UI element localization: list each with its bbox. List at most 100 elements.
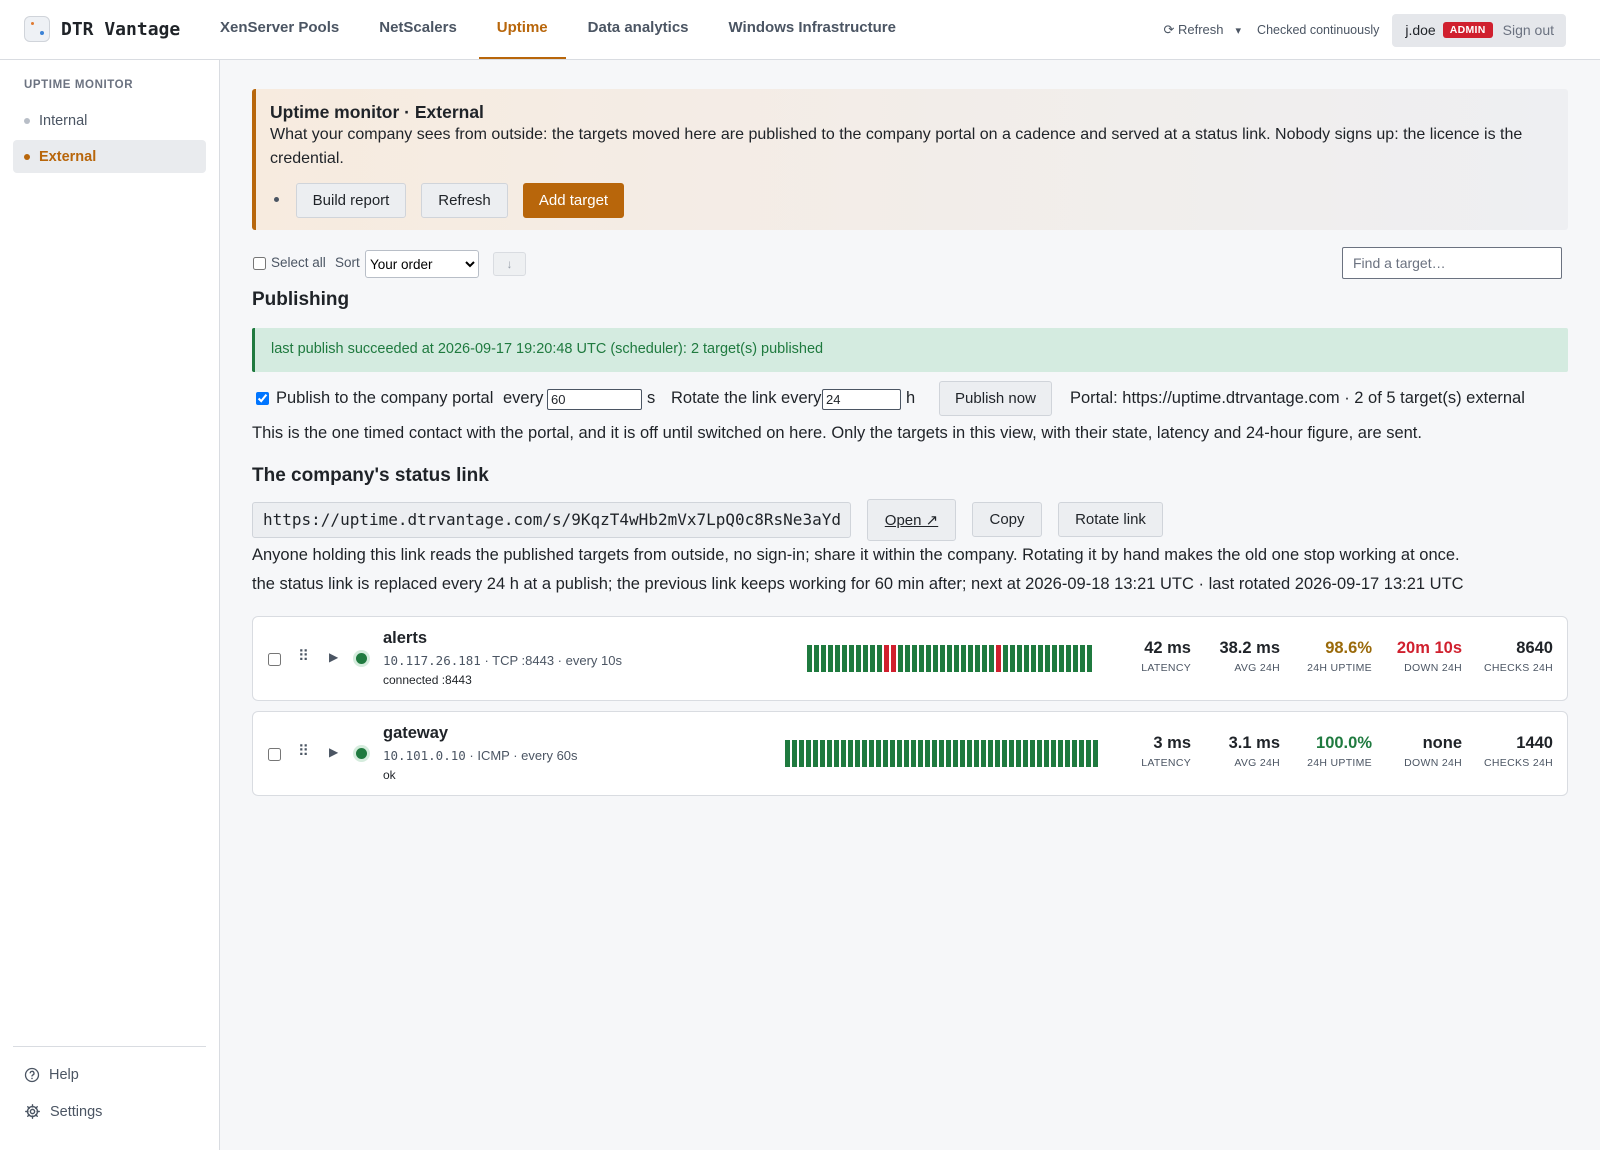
history-bar-up — [932, 740, 937, 767]
publish-interval-input[interactable] — [547, 389, 642, 410]
select-all-checkbox[interactable] — [253, 257, 266, 270]
history-bar-up — [849, 645, 854, 672]
refresh-button[interactable]: Refresh — [421, 183, 508, 218]
publish-enabled-label: Publish to the company portal — [276, 389, 494, 407]
sidebar: UPTIME MONITOR Internal External Help Se… — [0, 60, 220, 1150]
history-bar-up — [869, 740, 874, 767]
history-bar-up — [827, 740, 832, 767]
settings-label: Settings — [50, 1103, 103, 1120]
settings-link[interactable]: Settings — [24, 1103, 102, 1120]
target-checkbox[interactable] — [268, 748, 281, 761]
tab-windows-infrastructure[interactable]: Windows Infrastructure — [711, 0, 914, 59]
history-bar-up — [981, 740, 986, 767]
sidebar-item-internal[interactable]: Internal — [13, 104, 206, 137]
list-toolbar: Select all Sort Your order ↓ — [252, 246, 1568, 280]
target-probe: · ICMP · every 60s — [465, 748, 578, 763]
history-bar-up — [912, 645, 917, 672]
history-bar-up — [1086, 740, 1091, 767]
history-bar-up — [1010, 645, 1015, 672]
checks-stat: 8640 CHECKS 24H — [1484, 639, 1553, 674]
history-bar-up — [1052, 645, 1057, 672]
drag-handle-icon[interactable]: ⠿ — [298, 647, 309, 665]
target-name[interactable]: alerts — [383, 629, 427, 648]
history-bar-up — [989, 645, 994, 672]
expand-chevron-icon[interactable]: ▶ — [329, 745, 338, 759]
checks-label: CHECKS 24H — [1484, 757, 1553, 769]
history-bar-up — [918, 740, 923, 767]
down-value: 20m 10s — [1396, 639, 1462, 657]
build-report-button[interactable]: Build report — [296, 183, 406, 218]
tab-data-analytics[interactable]: Data analytics — [570, 0, 707, 59]
history-bar-up — [960, 740, 965, 767]
sign-out-button[interactable]: Sign out — [1503, 22, 1554, 38]
tab-xenserver-pools[interactable]: XenServer Pools — [202, 0, 357, 59]
uptime-label: 24H UPTIME — [1307, 757, 1372, 769]
publish-enabled-checkbox[interactable] — [256, 392, 269, 405]
history-bar-up — [820, 740, 825, 767]
drag-handle-icon[interactable]: ⠿ — [298, 742, 309, 760]
target-row[interactable]: ⠿ ▶ alerts 10.117.26.181 · TCP :8443 · e… — [252, 616, 1568, 701]
target-address: 10.117.26.181 — [383, 653, 481, 668]
help-link[interactable]: Help — [24, 1067, 79, 1083]
history-bar-up — [856, 645, 861, 672]
latency-value: 42 ms — [1144, 639, 1191, 657]
uptime-history-bars — [785, 740, 1100, 767]
history-bar-up — [890, 740, 895, 767]
history-bar-up — [806, 740, 811, 767]
refresh-mode-status: Checked continuously — [1257, 23, 1380, 37]
rotate-interval-input[interactable] — [822, 389, 901, 410]
history-bar-up — [842, 645, 847, 672]
checks-value: 1440 — [1516, 734, 1553, 752]
history-bar-up — [841, 740, 846, 767]
history-bar-up — [961, 645, 966, 672]
search-input[interactable] — [1342, 247, 1562, 279]
status-link-heading: The company's status link — [252, 465, 489, 486]
expand-chevron-icon[interactable]: ▶ — [329, 650, 338, 664]
target-status-text: ok — [383, 768, 396, 782]
avg-value: 38.2 ms — [1219, 639, 1280, 657]
sidebar-item-external[interactable]: External — [13, 140, 206, 173]
sort-select[interactable]: Your order — [365, 250, 479, 278]
page-description: What your company sees from outside: the… — [270, 126, 1523, 167]
publish-settings-row: Publish to the company portal every s Ro… — [252, 380, 1568, 418]
history-bar-up — [821, 645, 826, 672]
open-link-button[interactable]: Open ↗ — [867, 499, 956, 541]
portal-info: Portal: https://uptime.dtrvantage.com · … — [1070, 389, 1525, 407]
copy-link-button[interactable]: Copy — [972, 502, 1042, 537]
history-bar-up — [1037, 740, 1042, 767]
target-row[interactable]: ⠿ ▶ gateway 10.101.0.10 · ICMP · every 6… — [252, 711, 1568, 796]
tab-netscalers[interactable]: NetScalers — [361, 0, 475, 59]
refresh-interval-dropdown-icon[interactable]: ▾ — [1236, 24, 1242, 37]
rotate-link-button[interactable]: Rotate link — [1058, 502, 1163, 537]
uptime-label: 24H UPTIME — [1307, 662, 1372, 674]
refresh-now-button[interactable]: ⟳ Refresh — [1163, 22, 1223, 38]
add-target-button[interactable]: Add target — [523, 183, 624, 218]
history-bar-up — [905, 645, 910, 672]
status-link-field[interactable]: https://uptime.dtrvantage.com/s/9KqzT4wH… — [252, 502, 851, 538]
target-checkbox[interactable] — [268, 653, 281, 666]
uptime-history-bars — [807, 645, 1094, 672]
latency-stat: 3 ms LATENCY — [1141, 734, 1191, 769]
brand[interactable]: DTR Vantage — [24, 16, 180, 42]
publish-now-button[interactable]: Publish now — [939, 381, 1052, 416]
history-bar-up — [1087, 645, 1092, 672]
bullet-icon — [274, 197, 279, 202]
history-bar-up — [828, 645, 833, 672]
history-bar-up — [807, 645, 812, 672]
checks-stat: 1440 CHECKS 24H — [1484, 734, 1553, 769]
history-bar-down — [996, 645, 1001, 672]
uptime-stat: 100.0% 24H UPTIME — [1307, 734, 1372, 769]
tab-uptime[interactable]: Uptime — [478, 0, 566, 59]
target-name[interactable]: gateway — [383, 724, 448, 743]
publish-note: This is the one timed contact with the p… — [252, 424, 1422, 442]
history-bar-up — [967, 740, 972, 767]
sort-direction-button[interactable]: ↓ — [493, 252, 526, 276]
header-actions: ⟳ Refresh ▾ Checked continuously j.doe A… — [1163, 13, 1566, 47]
history-bar-up — [862, 740, 867, 767]
history-bar-up — [940, 645, 945, 672]
history-bar-up — [911, 740, 916, 767]
history-bar-up — [1066, 645, 1071, 672]
history-bar-up — [1024, 645, 1029, 672]
avg-label: AVG 24H — [1234, 662, 1280, 674]
select-all-label: Select all — [271, 255, 326, 270]
